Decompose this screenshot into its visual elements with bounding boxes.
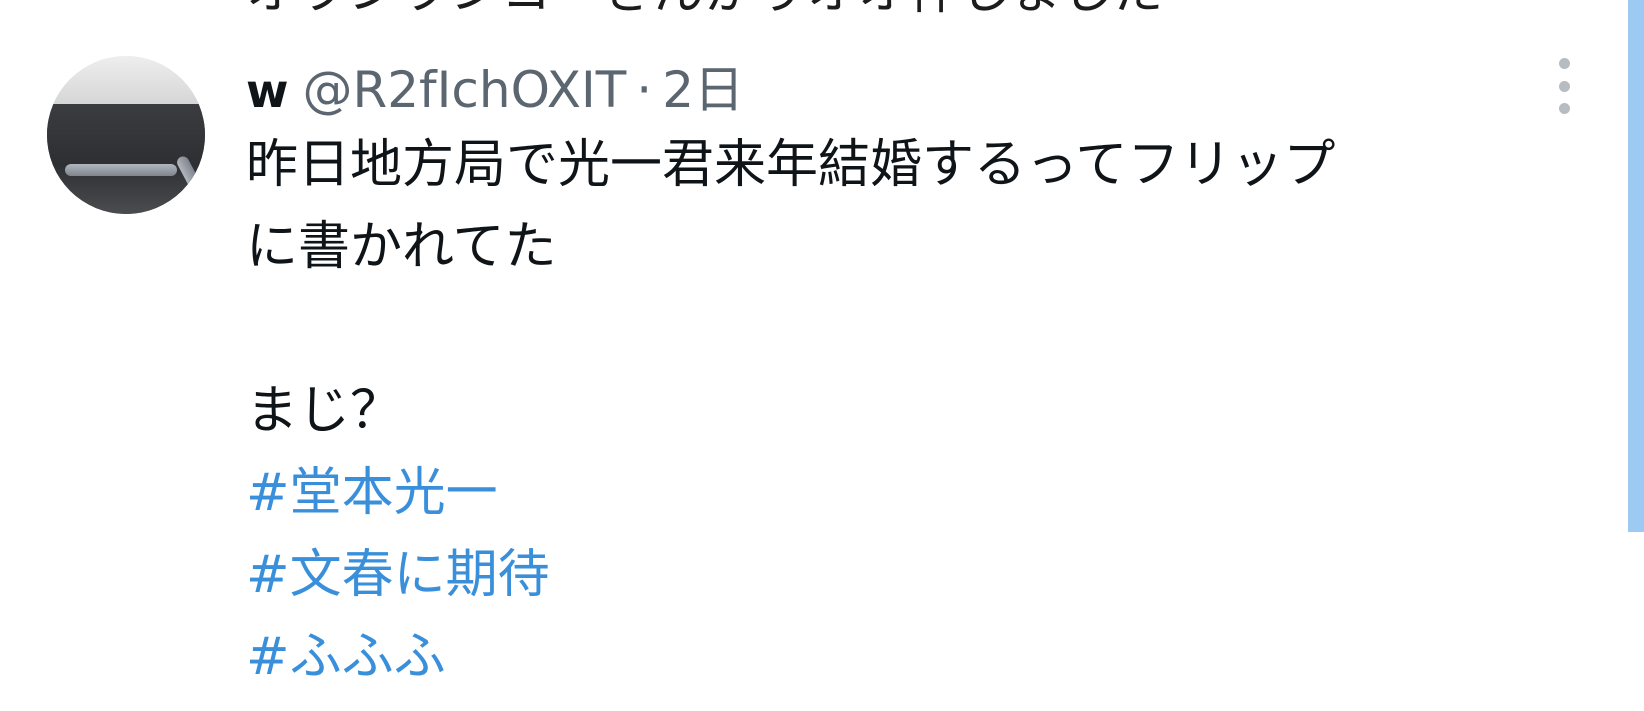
hashtag-link[interactable]: #堂本光一	[246, 452, 1576, 534]
hashtag-link[interactable]: #ふふふ	[246, 616, 1576, 698]
tweet-header: w @R2fIchOXIT · 2日	[246, 50, 744, 119]
avatar[interactable]	[47, 56, 205, 214]
tweet-text: 昨日地方局で光一君来年結婚するってフリップ に書かれてた まじ？ #堂本光一 #…	[246, 124, 1576, 698]
more-vertical-icon[interactable]	[1546, 58, 1582, 114]
avatar-photo-straw	[65, 164, 177, 176]
more-dot-1	[1558, 58, 1570, 69]
scrollbar-track[interactable]	[1628, 0, 1644, 532]
tweet-card[interactable]: w @R2fIchOXIT · 2日 昨日地方局で光一君来年結婚するってフリップ…	[0, 0, 1620, 711]
more-dot-3	[1558, 103, 1570, 114]
hashtag-link[interactable]: #文春に期待	[246, 534, 1576, 616]
tweet-text-line: まじ？	[246, 381, 403, 441]
tweet-timeline: オランランコーさんがりオオ件しました w @R2fIchOXIT · 2日 昨日…	[0, 0, 1644, 711]
author-name[interactable]: w	[246, 64, 289, 118]
more-dot-2	[1558, 80, 1570, 92]
tweet-text-line: に書かれてた	[246, 217, 557, 277]
tweet-timestamp[interactable]: 2日	[662, 50, 744, 122]
author-handle[interactable]: @R2fIchOXIT	[303, 61, 627, 119]
separator-dot: ·	[636, 61, 653, 119]
avatar-photo-top	[47, 56, 205, 104]
tweet-text-line: 昨日地方局で光一君来年結婚するってフリップ	[246, 135, 1336, 195]
